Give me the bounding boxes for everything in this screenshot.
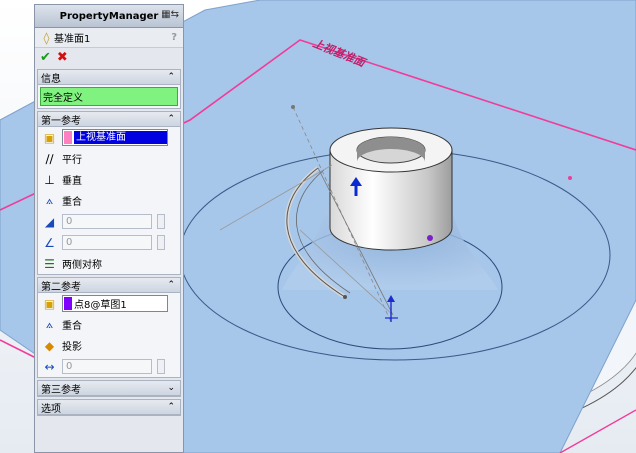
- first-reference-label: 第一参考: [41, 115, 81, 127]
- options-header[interactable]: 选项 ⌃: [38, 400, 180, 415]
- project-option[interactable]: ◆ 投影: [38, 335, 180, 356]
- project-icon: ◆: [44, 338, 55, 353]
- offset-row: ◢ 0: [38, 211, 180, 232]
- project-label: 投影: [62, 342, 82, 353]
- options-section: 选项 ⌃: [37, 399, 181, 416]
- coincident-icon: ⟑: [45, 317, 54, 331]
- coincident-option[interactable]: ⟑ 重合: [38, 190, 180, 211]
- second-value-row: ↔ 0: [38, 356, 180, 377]
- feature-row: ◊ 基准面1 ?: [35, 28, 183, 48]
- perpendicular-label: 垂直: [62, 176, 82, 187]
- panel-header: PropertyManager ▦⇆: [35, 5, 183, 28]
- third-reference-section: 第三参考 ⌄: [37, 380, 181, 397]
- coincident-option-2[interactable]: ⟑ 重合: [38, 314, 180, 335]
- angle-input[interactable]: 0: [62, 235, 152, 250]
- symmetric-label: 两侧对称: [62, 260, 102, 271]
- parallel-option[interactable]: ∕∕ 平行: [38, 148, 180, 169]
- first-reference-selection-row: ▣ 上视基准面: [38, 127, 180, 148]
- second-reference-header[interactable]: 第二参考 ⌃: [38, 278, 180, 293]
- cancel-button[interactable]: ✖: [57, 50, 68, 65]
- perpendicular-icon: ⊥: [44, 172, 55, 187]
- plane-feature-icon: ◊: [43, 30, 50, 45]
- help-icon[interactable]: ?: [171, 32, 177, 43]
- coincident-icon: ⟑: [45, 193, 54, 207]
- info-header[interactable]: 信息 ⌃: [38, 70, 180, 85]
- feature-name: 基准面1: [54, 34, 91, 45]
- collapse-icon[interactable]: ⌃: [167, 114, 175, 124]
- perpendicular-option[interactable]: ⊥ 垂直: [38, 169, 180, 190]
- parallel-icon: ∕∕: [45, 151, 54, 166]
- options-label: 选项: [41, 403, 61, 415]
- face-select-icon: ▣: [43, 296, 56, 311]
- second-value-spinner[interactable]: [157, 359, 165, 374]
- second-reference-value: 点8@草图1: [74, 300, 127, 311]
- property-manager-panel: PropertyManager ▦⇆ ◊ 基准面1 ? ✔ ✖ 信息 ⌃ 完全定…: [34, 4, 184, 453]
- ok-button[interactable]: ✔: [40, 50, 51, 65]
- ok-cancel-row: ✔ ✖: [35, 48, 183, 67]
- first-reference-value: 上视基准面: [74, 131, 167, 144]
- second-reference-field[interactable]: 点8@草图1: [62, 295, 168, 312]
- reference-color-swatch: [64, 131, 72, 144]
- second-reference-label: 第二参考: [41, 281, 81, 293]
- parallel-label: 平行: [62, 155, 82, 166]
- first-reference-field[interactable]: 上视基准面: [62, 129, 168, 146]
- pin-icon[interactable]: ▦⇆: [161, 9, 179, 20]
- distance-icon: ↔: [44, 359, 55, 374]
- angle-row: ∠ 0: [38, 232, 180, 253]
- expand-icon[interactable]: ⌄: [167, 383, 175, 393]
- angle-spinner[interactable]: [157, 235, 165, 250]
- collapse-icon[interactable]: ⌃: [167, 280, 175, 290]
- offset-distance-icon: ◢: [44, 214, 55, 229]
- angle-icon: ∠: [44, 235, 55, 250]
- third-reference-label: 第三参考: [41, 384, 81, 396]
- info-header-label: 信息: [41, 73, 61, 85]
- first-reference-section: 第一参考 ⌃ ▣ 上视基准面 ∕∕ 平行 ⊥ 垂直 ⟑ 重合 ◢ 0 ∠ 0 ☰…: [37, 111, 181, 275]
- second-value-input[interactable]: 0: [62, 359, 152, 374]
- face-select-icon: ▣: [43, 130, 56, 145]
- offset-input[interactable]: 0: [62, 214, 152, 229]
- reference-color-swatch: [64, 297, 72, 310]
- symmetric-icon: ☰: [44, 256, 55, 271]
- symmetric-option[interactable]: ☰ 两侧对称: [38, 253, 180, 274]
- third-reference-header[interactable]: 第三参考 ⌄: [38, 381, 180, 396]
- collapse-icon[interactable]: ⌃: [167, 402, 175, 412]
- second-reference-selection-row: ▣ 点8@草图1: [38, 293, 180, 314]
- coincident-label: 重合: [62, 197, 82, 208]
- offset-spinner[interactable]: [157, 214, 165, 229]
- coincident-label-2: 重合: [62, 321, 82, 332]
- status-message: 完全定义: [40, 87, 178, 106]
- info-section: 信息 ⌃ 完全定义: [37, 69, 181, 109]
- second-reference-section: 第二参考 ⌃ ▣ 点8@草图1 ⟑ 重合 ◆ 投影 ↔ 0: [37, 277, 181, 378]
- collapse-icon[interactable]: ⌃: [167, 72, 175, 82]
- first-reference-header[interactable]: 第一参考 ⌃: [38, 112, 180, 127]
